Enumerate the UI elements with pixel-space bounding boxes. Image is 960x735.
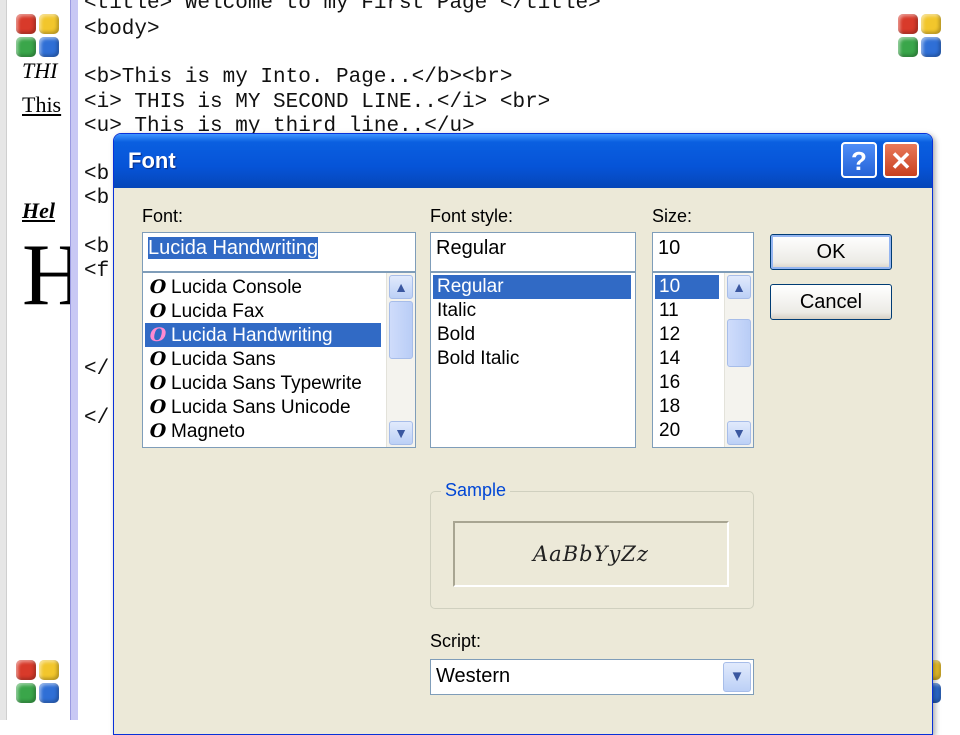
preview-italic-text: THI xyxy=(22,58,58,83)
sample-preview: AaBbYyZz xyxy=(453,521,729,587)
font-style-label: Font style: xyxy=(430,206,514,226)
dialog-title: Font xyxy=(128,148,176,173)
list-item[interactable]: Bold Italic xyxy=(433,347,631,371)
list-item[interactable]: O Lucida Sans xyxy=(145,347,381,371)
code-fragment: <b xyxy=(84,163,110,186)
list-item-label: Italic xyxy=(437,300,477,321)
font-type-icon: O xyxy=(149,300,167,322)
list-item-label: Lucida Handwriting xyxy=(171,325,333,346)
list-item-label: 12 xyxy=(659,324,681,345)
font-name-input[interactable]: Lucida Handwriting xyxy=(142,232,416,272)
list-item[interactable]: O Lucida Handwriting xyxy=(145,323,381,347)
scroll-down-arrow-icon[interactable]: ▼ xyxy=(727,421,751,445)
scroll-down-arrow-icon[interactable]: ▼ xyxy=(389,421,413,445)
list-item[interactable]: O Lucida Console xyxy=(145,275,381,299)
code-line: <title> Welcome to my First Page </title… xyxy=(84,0,601,15)
scroll-up-arrow-icon[interactable]: ▲ xyxy=(727,275,751,299)
font-type-icon: O xyxy=(149,324,167,346)
code-fragment: <f xyxy=(84,260,110,283)
list-item[interactable]: 16 xyxy=(655,371,719,395)
sample-group: Sample AaBbYyZz xyxy=(430,480,754,609)
font-style-list[interactable]: Bold Italic Bold Italic Regular xyxy=(430,272,636,448)
font-name-value: Lucida Handwriting xyxy=(148,237,319,259)
code-fragment: </ xyxy=(84,407,110,430)
list-item-label: Lucida Sans Typewrite xyxy=(171,373,362,394)
dropdown-arrow-icon[interactable]: ▼ xyxy=(723,662,751,692)
list-item[interactable]: O Lucida Sans Typewrite xyxy=(145,371,381,395)
font-type-icon: O xyxy=(149,396,167,418)
list-item[interactable]: Italic xyxy=(433,299,631,323)
list-item[interactable]: 20 xyxy=(655,419,719,443)
list-item[interactable]: O Magneto xyxy=(145,419,381,443)
list-item-label: Lucida Fax xyxy=(171,301,264,322)
list-item[interactable]: O Lucida Sans Unicode xyxy=(145,395,381,419)
corner-logo-icon xyxy=(16,660,62,706)
list-item-label: 20 xyxy=(659,420,681,441)
preview-large-text: H xyxy=(22,227,70,324)
code-fragment: <b xyxy=(84,187,110,210)
list-item-label: 14 xyxy=(659,348,681,369)
list-item[interactable]: Regular xyxy=(433,275,631,299)
list-item[interactable]: 18 xyxy=(655,395,719,419)
scroll-up-arrow-icon[interactable]: ▲ xyxy=(389,275,413,299)
font-type-icon: O xyxy=(149,420,167,442)
size-list-scrollbar[interactable]: ▲ ▼ xyxy=(724,273,753,447)
list-item-label: Lucida Console xyxy=(171,277,302,298)
dialog-titlebar[interactable]: Font ? ✕ xyxy=(114,134,932,188)
font-style-input[interactable]: Regular xyxy=(430,232,636,272)
list-item[interactable]: 10 xyxy=(655,275,719,299)
preview-window-edge xyxy=(0,0,7,720)
script-select[interactable]: Western ▼ xyxy=(430,659,754,695)
list-item-label: Magneto xyxy=(171,421,245,442)
list-item-label: 16 xyxy=(659,372,681,393)
list-item-label: Lucida Sans xyxy=(171,349,276,370)
list-item-label: 10 xyxy=(659,276,681,297)
list-item-label: Lucida Sans Unicode xyxy=(171,397,351,418)
font-list[interactable]: O Magneto O Lucida Sans Unicode O Lucida Sans… xyxy=(142,272,416,448)
corner-logo-icon xyxy=(898,14,944,60)
code-line: <body> xyxy=(84,18,160,41)
code-line: <i> THIS is MY SECOND LINE..</i> <br> xyxy=(84,91,551,114)
font-type-icon: O xyxy=(149,372,167,394)
size-input[interactable]: 10 xyxy=(652,232,754,272)
script-value: Western xyxy=(436,665,511,687)
scroll-thumb[interactable] xyxy=(389,301,413,359)
script-label: Script: xyxy=(430,631,482,651)
scroll-thumb[interactable] xyxy=(727,319,751,367)
list-item[interactable]: Bold xyxy=(433,323,631,347)
list-item-label: Bold Italic xyxy=(437,348,520,369)
size-list[interactable]: 20 18 16 14 12 11 10 ▲ ▼ xyxy=(652,272,754,448)
preview-bold-italic-text: Hel xyxy=(22,198,55,223)
sample-label: Sample xyxy=(441,480,511,501)
list-item-label: 11 xyxy=(659,300,679,321)
ok-button[interactable]: OK xyxy=(770,234,892,270)
size-label: Size: xyxy=(652,206,693,226)
list-item[interactable]: 14 xyxy=(655,347,719,371)
list-item-label: Bold xyxy=(437,324,476,345)
code-fragment: <b xyxy=(84,236,110,259)
list-item[interactable]: 12 xyxy=(655,323,719,347)
font-list-scrollbar[interactable]: ▲ ▼ xyxy=(386,273,415,447)
list-item-label: 18 xyxy=(659,396,681,417)
help-button[interactable]: ? xyxy=(841,142,877,178)
font-type-icon: O xyxy=(149,276,167,298)
corner-logo-icon xyxy=(16,14,62,60)
browser-preview: THI This Hel H xyxy=(0,0,70,720)
code-line: <b>This is my Into. Page..</b><br> xyxy=(84,66,513,89)
cancel-button[interactable]: Cancel xyxy=(770,284,892,320)
preview-underline-text: This xyxy=(22,92,62,117)
code-fragment: </ xyxy=(84,358,110,381)
font-type-icon: O xyxy=(149,348,167,370)
font-dialog: Font ? ✕ Font: Lucida Handwriting O Magne… xyxy=(113,133,933,735)
list-item[interactable]: O Lucida Fax xyxy=(145,299,381,323)
list-item-label: Regular xyxy=(437,276,504,297)
font-label: Font: xyxy=(142,206,184,226)
close-button[interactable]: ✕ xyxy=(883,142,919,178)
list-item[interactable]: 11 xyxy=(655,299,719,323)
